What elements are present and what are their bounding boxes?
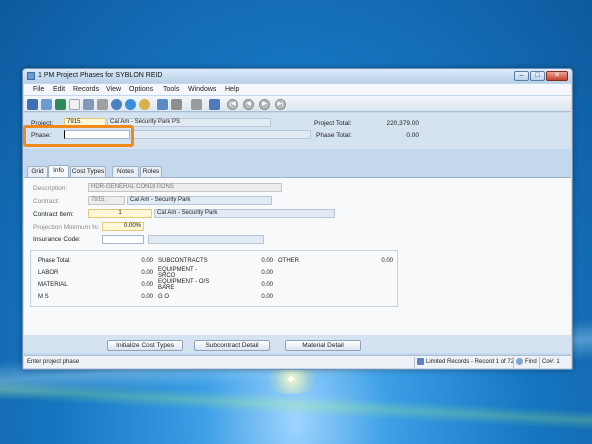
menu-view[interactable]: View — [106, 86, 121, 93]
edit-icon[interactable] — [27, 99, 38, 110]
action-button-row: Initialize Cost Types Subcontract Detail… — [24, 335, 571, 353]
maximize-button[interactable]: □ — [530, 71, 545, 81]
status-separator — [414, 357, 415, 368]
limited-records-icon — [417, 358, 424, 365]
close-button[interactable]: ✕ — [546, 71, 568, 81]
summary-labor-label: LABOR — [38, 270, 59, 276]
description-field: HDR-GENERAL CONDITIONS — [88, 183, 282, 192]
cost-summary-box: Phase Total: 0.00 LABOR 0.00 MATERIAL 0.… — [30, 250, 398, 307]
summary-labor-value: 0.00 — [141, 270, 153, 276]
tab-info[interactable]: Info — [48, 165, 69, 177]
summary-phase-total-value: 0.00 — [141, 258, 153, 264]
tab-grid[interactable]: Grid — [27, 166, 48, 177]
subcontract-detail-button[interactable]: Subcontract Detail — [194, 340, 270, 351]
projection-field[interactable]: 0.00% — [102, 222, 144, 231]
app-icon — [27, 72, 35, 80]
initialize-cost-types-button[interactable]: Initialize Cost Types — [107, 340, 183, 351]
menu-file[interactable]: File — [33, 86, 44, 93]
find-icon[interactable] — [516, 358, 523, 365]
next-record-icon[interactable]: ▶ — [259, 99, 270, 110]
last-record-icon[interactable]: ▶| — [275, 99, 286, 110]
menu-windows[interactable]: Windows — [188, 86, 216, 93]
summary-material-label: MATERIAL — [38, 282, 68, 288]
summary-equip-srco-value: 0.00 — [261, 270, 273, 276]
insurance-label: Insurance Code: — [33, 236, 81, 243]
description-label: Description: — [33, 185, 68, 192]
menu-tools[interactable]: Tools — [163, 86, 179, 93]
tab-cost-types[interactable]: Cost Types — [70, 166, 106, 177]
phase-field-highlight — [23, 125, 134, 147]
project-total-value: 220,379.00 — [386, 120, 419, 127]
database-icon[interactable] — [55, 99, 66, 110]
save-icon[interactable] — [83, 99, 94, 110]
minimize-button[interactable]: – — [514, 71, 529, 81]
status-hint: Enter project phase — [27, 359, 80, 365]
menu-records[interactable]: Records — [73, 86, 99, 93]
insurance-input[interactable] — [102, 235, 144, 244]
summary-other-value: 0.00 — [381, 258, 393, 264]
menu-edit[interactable]: Edit — [53, 86, 65, 93]
summary-other-label: OTHER — [278, 258, 299, 264]
attachment-icon[interactable] — [171, 99, 182, 110]
delete-icon[interactable] — [97, 99, 108, 110]
material-detail-button[interactable]: Material Detail — [285, 340, 361, 351]
summary-ms-label: M S — [38, 294, 49, 300]
status-bar: Enter project phase Limited Records - Re… — [24, 355, 571, 368]
summary-equip-os-label: EQUIPMENT - O/S BARE — [158, 279, 210, 291]
summary-equip-srco-label: EQUIPMENT - SRCO — [158, 267, 198, 279]
summary-subcontracts-label: SUBCONTRACTS — [158, 258, 208, 264]
contract-item-description: Cal Am - Security Park — [154, 209, 335, 218]
undo-icon[interactable] — [111, 99, 122, 110]
search-icon[interactable] — [139, 99, 150, 110]
summary-go-label: G O — [158, 294, 170, 300]
summary-ms-value: 0.00 — [141, 294, 153, 300]
insurance-description — [148, 235, 264, 244]
info-panel: Description: HDR-GENERAL CONDITIONS Cont… — [24, 177, 571, 335]
status-company: Co#: 1 — [542, 359, 560, 365]
project-total-label: Project Total: — [314, 120, 352, 127]
window-title: 1 PM Project Phases for SYBLON REID — [38, 72, 163, 79]
summary-go-value: 0.00 — [261, 294, 273, 300]
menu-options[interactable]: Options — [129, 86, 153, 93]
lookup-icon[interactable] — [41, 99, 52, 110]
contract-item-field[interactable]: 1 — [88, 209, 152, 218]
contract-description: Cal Am - Security Park — [127, 196, 272, 205]
application-window: 1 PM Project Phases for SYBLON REID – □ … — [22, 68, 573, 370]
summary-phase-total-label: Phase Total: — [38, 258, 71, 264]
contract-field: 7915. — [88, 196, 125, 205]
status-separator-3 — [539, 357, 540, 368]
windows-logo-icon: ✦ — [285, 371, 297, 387]
tab-strip: Grid Info Cost Types Notes Roles — [24, 165, 571, 177]
contract-label: Contract: — [33, 198, 60, 205]
tab-notes[interactable]: Notes — [112, 166, 139, 177]
spellcheck-icon[interactable] — [209, 99, 220, 110]
phase-total-value: 0.00 — [406, 132, 419, 139]
new-icon[interactable] — [69, 99, 80, 110]
menu-help[interactable]: Help — [225, 86, 239, 93]
title-bar[interactable]: 1 PM Project Phases for SYBLON REID – □ … — [23, 69, 572, 83]
tools-icon[interactable] — [191, 99, 202, 110]
phase-total-label: Phase Total: — [316, 132, 352, 139]
summary-material-value: 0.00 — [141, 282, 153, 288]
report-icon[interactable] — [157, 99, 168, 110]
status-records: Limited Records - Record 1 of 72 — [426, 359, 515, 365]
tab-roles[interactable]: Roles — [140, 166, 162, 177]
status-find[interactable]: Find — [525, 359, 537, 365]
phase-description — [131, 130, 311, 139]
previous-record-icon[interactable]: ◀ — [243, 99, 254, 110]
first-record-icon[interactable]: |◀ — [227, 99, 238, 110]
toolbar: |◀ ◀ ▶ ▶| — [24, 96, 571, 112]
projection-label: Projection Minimum %: — [33, 224, 100, 231]
summary-equip-os-value: 0.00 — [261, 282, 273, 288]
status-separator-2 — [513, 357, 514, 368]
refresh-icon[interactable] — [125, 99, 136, 110]
summary-subcontracts-value: 0.00 — [261, 258, 273, 264]
menu-bar: File Edit Records View Options Tools Win… — [24, 84, 571, 95]
contract-item-label: Contract Item: — [33, 211, 74, 218]
